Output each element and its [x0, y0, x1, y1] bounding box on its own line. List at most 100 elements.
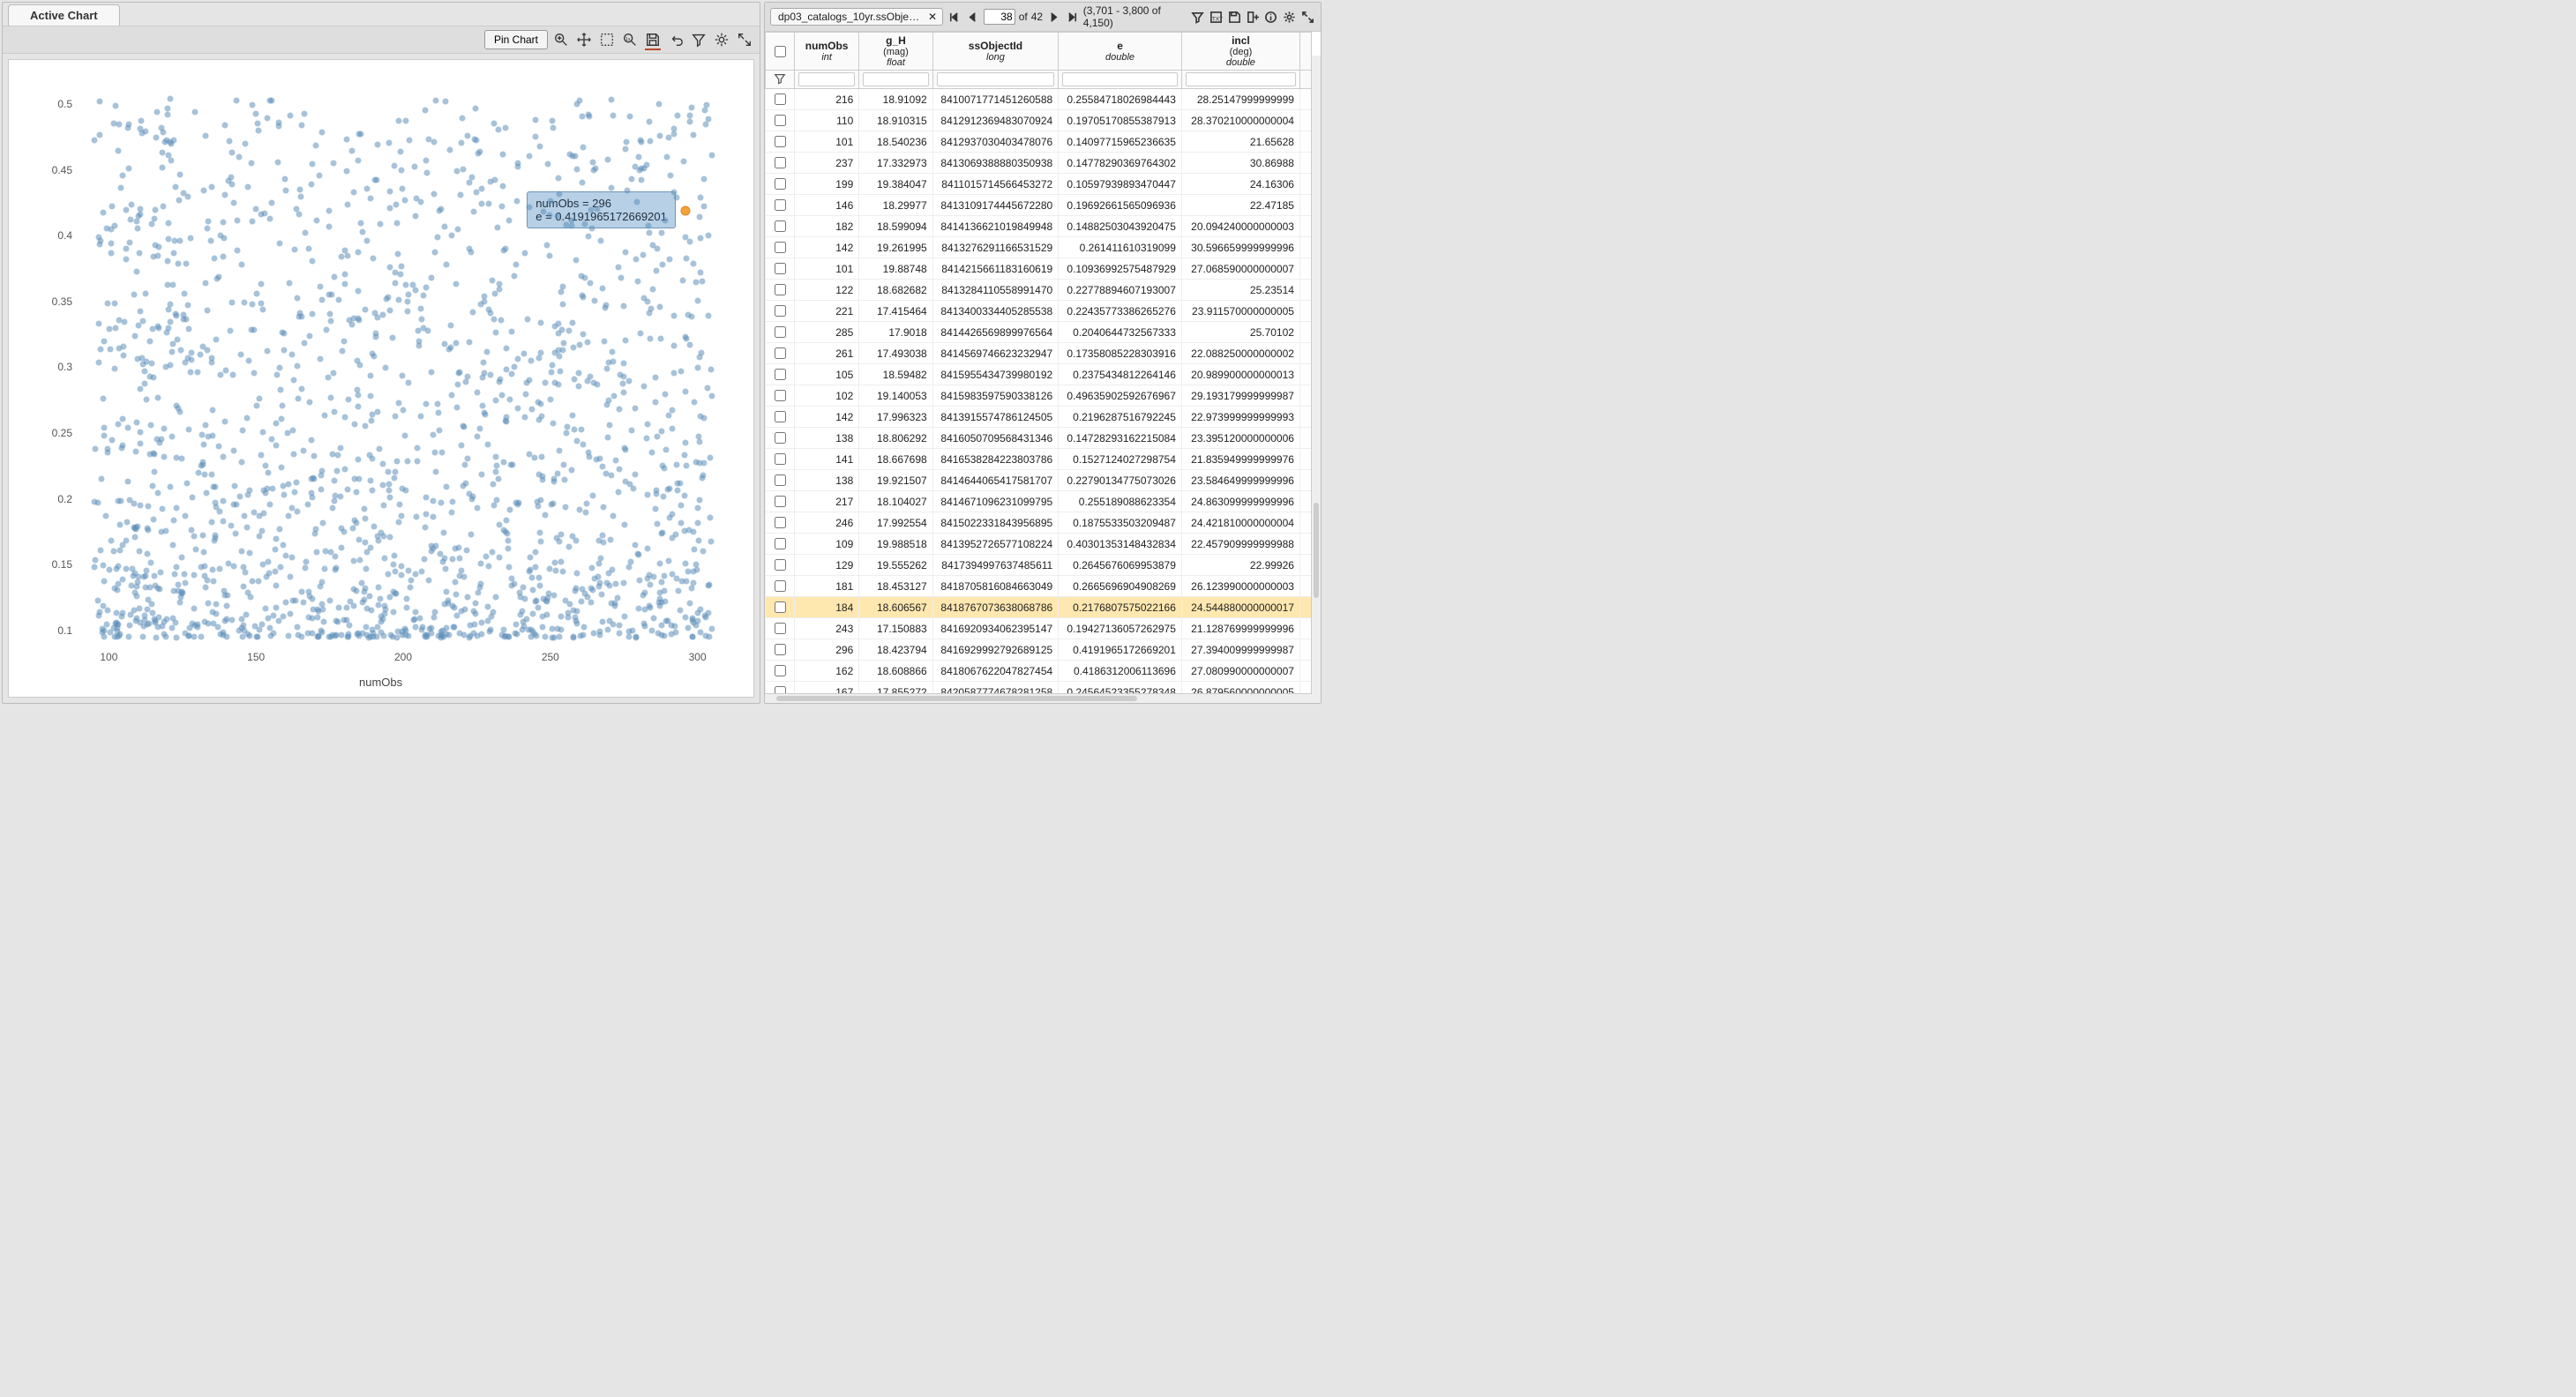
scatter-point[interactable] [644, 162, 650, 168]
table-row[interactable]: 18218.59909484141366210198499480.1488250… [766, 216, 1312, 237]
scatter-point[interactable] [625, 378, 632, 385]
scatter-point[interactable] [400, 185, 406, 191]
scatter-point[interactable] [149, 483, 155, 489]
scatter-point[interactable] [705, 312, 711, 318]
scatter-point[interactable] [280, 614, 286, 620]
scatter-point[interactable] [561, 476, 567, 482]
scatter-point[interactable] [404, 308, 410, 314]
scatter-point[interactable] [505, 545, 511, 551]
tab-close-icon[interactable]: ✕ [928, 11, 937, 23]
scatter-point[interactable] [279, 330, 285, 336]
scatter-point[interactable] [99, 475, 105, 482]
settings-gear-icon[interactable] [712, 30, 731, 49]
scatter-point[interactable] [153, 583, 159, 589]
scatter-point[interactable] [404, 459, 410, 465]
scatter-point[interactable] [327, 598, 333, 604]
scatter-point[interactable] [396, 296, 402, 303]
scatter-point[interactable] [501, 459, 507, 465]
scatter-point[interactable] [648, 335, 654, 341]
scatter-point[interactable] [663, 391, 669, 397]
scatter-point[interactable] [296, 186, 303, 192]
scatter-point[interactable] [668, 631, 674, 637]
scatter-point[interactable] [569, 319, 575, 325]
scatter-point[interactable] [234, 247, 240, 253]
scatter-point[interactable] [678, 502, 685, 508]
scatter-point[interactable] [664, 153, 670, 160]
scatter-point[interactable] [143, 290, 149, 296]
scatter-point[interactable] [196, 470, 202, 476]
scatter-point[interactable] [384, 295, 390, 302]
scatter-point[interactable] [687, 341, 693, 347]
scatter-point[interactable] [581, 624, 588, 631]
scatter-point[interactable] [157, 570, 163, 576]
scatter-point[interactable] [287, 280, 293, 287]
scatter-point[interactable] [378, 618, 384, 624]
scatter-point[interactable] [478, 620, 484, 626]
scatter-point[interactable] [585, 111, 591, 117]
scatter-point[interactable] [222, 192, 228, 198]
scatter-point[interactable] [653, 375, 659, 381]
scatter-point[interactable] [221, 219, 227, 225]
save-disk-icon[interactable] [643, 30, 663, 49]
table-filter-icon[interactable] [1190, 9, 1205, 25]
scatter-point[interactable] [696, 497, 702, 503]
scatter-point[interactable] [354, 631, 360, 637]
scatter-point[interactable] [250, 302, 256, 308]
scatter-point[interactable] [536, 575, 543, 581]
scatter-point[interactable] [629, 427, 635, 433]
scatter-point[interactable] [620, 303, 626, 309]
table-row[interactable]: 21618.9109284100717714512605880.25584718… [766, 89, 1312, 110]
scatter-point[interactable] [484, 348, 490, 355]
scatter-point[interactable] [708, 367, 715, 373]
scatter-point[interactable] [327, 394, 333, 400]
scatter-point[interactable] [330, 505, 336, 512]
scatter-point[interactable] [291, 246, 297, 252]
scatter-point[interactable] [278, 464, 284, 470]
scatter-point[interactable] [527, 153, 533, 159]
scatter-point[interactable] [396, 519, 402, 525]
scatter-point[interactable] [558, 531, 564, 537]
scatter-point[interactable] [107, 566, 113, 572]
scatter-point[interactable] [251, 370, 257, 376]
scatter-point[interactable] [355, 457, 361, 463]
scatter-point[interactable] [558, 327, 565, 333]
scatter-point[interactable] [537, 144, 543, 150]
scatter-point[interactable] [431, 449, 438, 455]
scatter-point[interactable] [356, 537, 362, 543]
scatter-point[interactable] [478, 472, 484, 478]
scatter-point[interactable] [277, 365, 283, 371]
scatter-point[interactable] [233, 531, 239, 537]
scatter-point[interactable] [665, 412, 671, 418]
scatter-point[interactable] [580, 441, 587, 447]
scatter-point[interactable] [656, 590, 663, 596]
scatter-point[interactable] [573, 620, 580, 626]
scatter-point[interactable] [97, 609, 103, 615]
add-column-icon[interactable] [1246, 9, 1261, 25]
row-checkbox[interactable] [775, 220, 786, 232]
scatter-point[interactable] [687, 118, 693, 124]
scatter-point[interactable] [362, 423, 368, 430]
scatter-point[interactable] [549, 370, 555, 376]
scatter-point[interactable] [294, 624, 300, 630]
scatter-point[interactable] [680, 158, 686, 164]
scatter-point[interactable] [693, 562, 700, 568]
scatter-point[interactable] [464, 594, 470, 601]
scatter-point[interactable] [562, 504, 568, 511]
scatter-point[interactable] [414, 514, 420, 520]
scatter-point[interactable] [229, 149, 236, 155]
scatter-point[interactable] [610, 349, 616, 355]
scatter-point[interactable] [184, 303, 191, 309]
scatter-point[interactable] [379, 461, 386, 467]
scatter-point[interactable] [255, 634, 261, 640]
scatter-point[interactable] [618, 274, 624, 280]
scatter-point[interactable] [161, 425, 168, 431]
scatter-point[interactable] [418, 199, 424, 205]
scatter-point[interactable] [435, 409, 441, 415]
scatter-point[interactable] [555, 321, 561, 327]
scatter-point[interactable] [543, 379, 549, 385]
highlighted-point[interactable] [681, 205, 691, 215]
scatter-point[interactable] [228, 523, 235, 529]
scatter-point[interactable] [101, 425, 107, 431]
scatter-point[interactable] [231, 564, 237, 570]
scatter-point[interactable] [451, 604, 457, 610]
